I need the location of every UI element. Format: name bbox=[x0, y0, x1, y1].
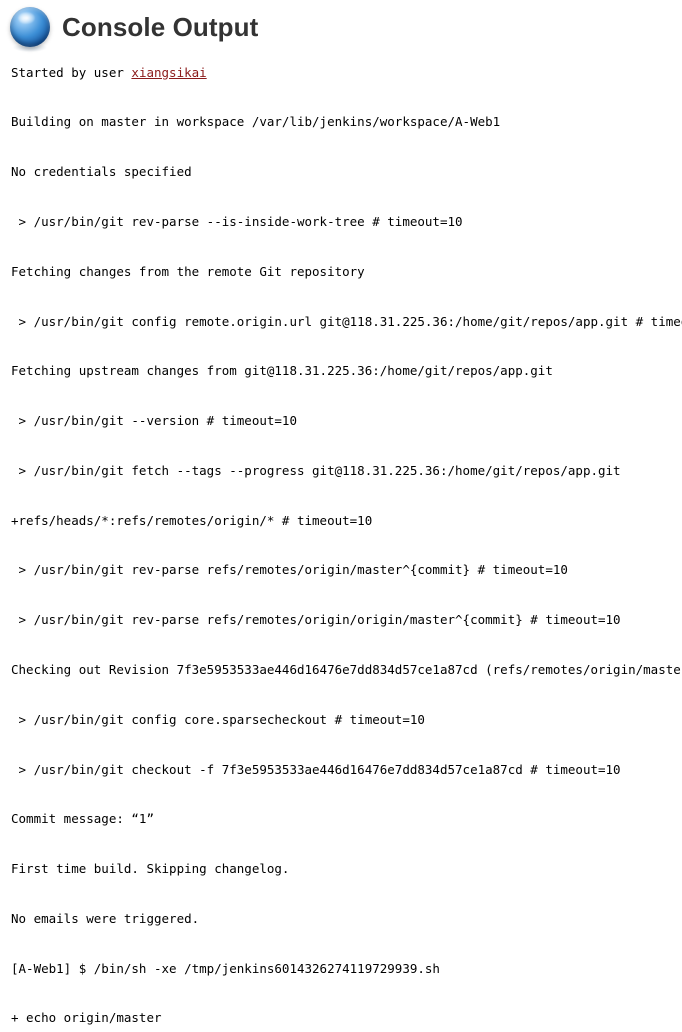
console-line: + echo origin/master bbox=[11, 1010, 162, 1026]
console-line: > /usr/bin/git fetch --tags --progress g… bbox=[11, 462, 621, 478]
page-title: Console Output bbox=[62, 12, 259, 42]
console-line-started-by: Started by user xiangsikai bbox=[11, 65, 682, 82]
blue-orb-console-icon bbox=[10, 7, 50, 52]
console-line: No credentials specified bbox=[11, 164, 192, 180]
console-line: > /usr/bin/git config core.sparsecheckou… bbox=[11, 711, 425, 727]
console-line: +refs/heads/*:refs/remotes/origin/* # ti… bbox=[11, 512, 373, 528]
console-line: > /usr/bin/git rev-parse --is-inside-wor… bbox=[11, 213, 463, 229]
console-line: > /usr/bin/git --version # timeout=10 bbox=[11, 413, 297, 429]
console-line: Fetching changes from the remote Git rep… bbox=[11, 263, 365, 279]
console-line: > /usr/bin/git config remote.origin.url … bbox=[11, 313, 682, 329]
console-line: No emails were triggered. bbox=[11, 910, 200, 926]
console-output-log: Started by user xiangsikai Building on m… bbox=[0, 48, 682, 1032]
console-line: Building on master in workspace /var/lib… bbox=[11, 114, 501, 130]
page-header: Console Output bbox=[0, 0, 682, 52]
started-by-prefix: Started by user bbox=[11, 64, 132, 80]
console-line: Checking out Revision 7f3e5953533ae446d1… bbox=[11, 661, 682, 677]
console-line: Fetching upstream changes from git@118.3… bbox=[11, 363, 553, 379]
console-line: First time build. Skipping changelog. bbox=[11, 861, 290, 877]
console-line: > /usr/bin/git rev-parse refs/remotes/or… bbox=[11, 562, 568, 578]
console-line: Commit message: “1” bbox=[11, 811, 154, 827]
console-line: > /usr/bin/git rev-parse refs/remotes/or… bbox=[11, 612, 621, 628]
console-line: > /usr/bin/git checkout -f 7f3e5953533ae… bbox=[11, 761, 621, 777]
console-line: [A-Web1] $ /bin/sh -xe /tmp/jenkins60143… bbox=[11, 960, 440, 976]
user-link-xiangsikai[interactable]: xiangsikai bbox=[131, 65, 206, 80]
